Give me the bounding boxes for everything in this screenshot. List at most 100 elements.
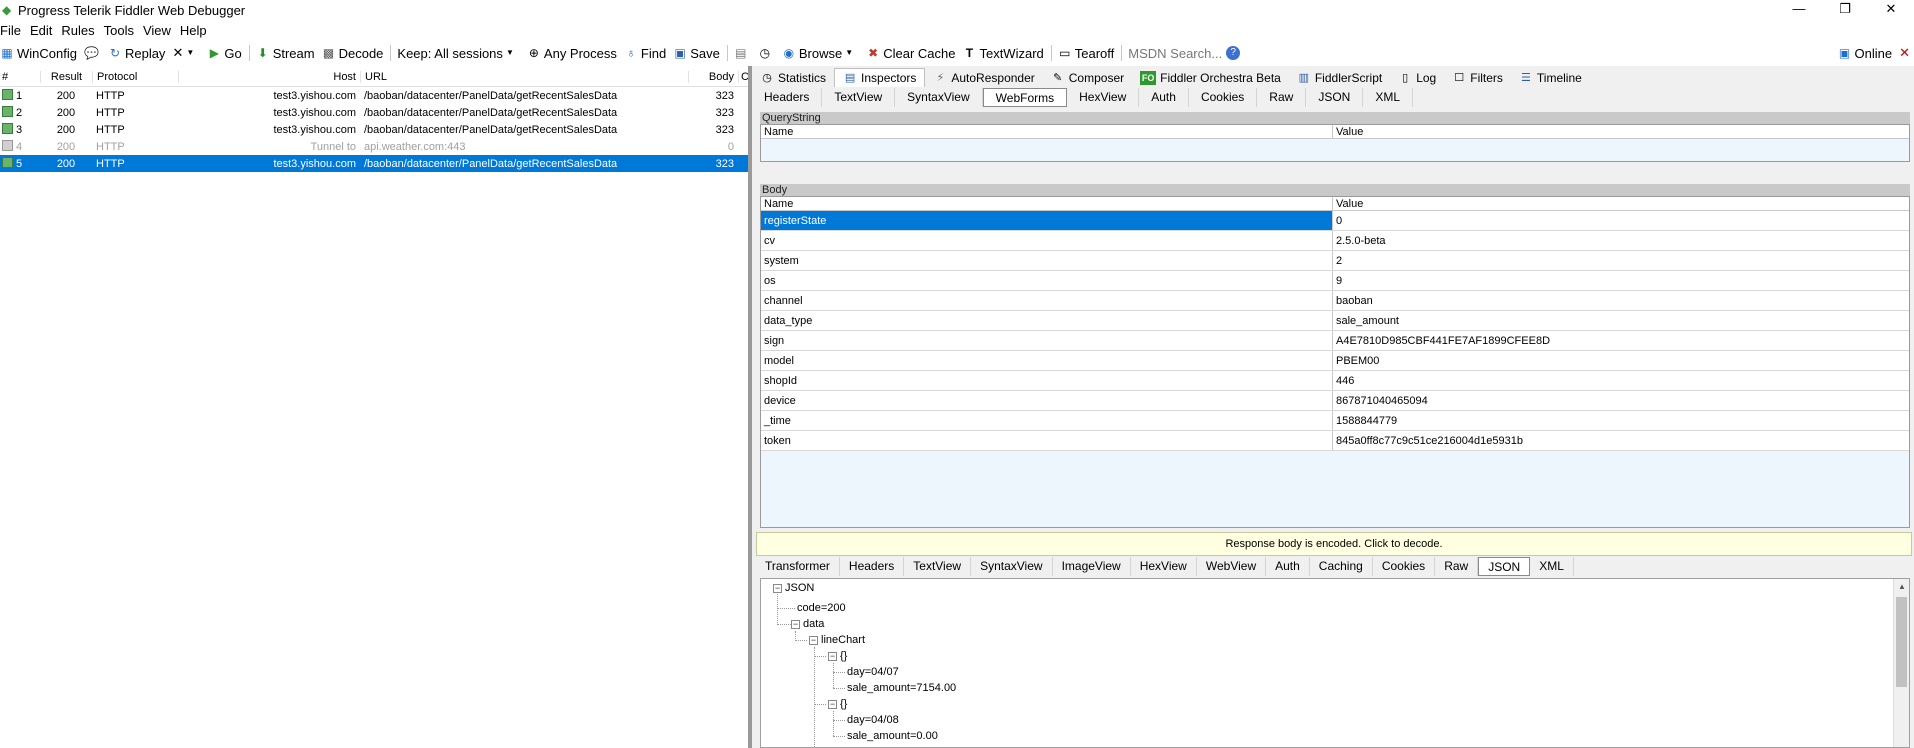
table-row[interactable]: data_type sale_amount xyxy=(761,311,1909,331)
column-protocol[interactable]: Protocol xyxy=(92,71,178,83)
tearoff-button[interactable]: ▭ Tearoff xyxy=(1058,46,1114,61)
resp-tab-cookies[interactable]: Cookies xyxy=(1373,557,1436,576)
session-row[interactable]: 4 200 HTTP Tunnel to api.weather.com:443… xyxy=(0,138,748,155)
tab-statistics[interactable]: ◷ Statistics xyxy=(752,68,834,87)
querystring-name-column[interactable]: Name xyxy=(761,125,1333,138)
resp-tab-headers[interactable]: Headers xyxy=(840,557,905,576)
tab-timeline[interactable]: ☰ Timeline xyxy=(1511,68,1590,87)
req-tab-hexview[interactable]: HexView xyxy=(1067,88,1140,107)
scroll-up-icon[interactable]: ▲ xyxy=(1894,579,1909,595)
session-row[interactable]: 3 200 HTTP test3.yishou.com /baoban/data… xyxy=(0,121,748,138)
stream-button[interactable]: ⬇ Stream xyxy=(256,46,315,61)
tree-node-code[interactable]: code=200 xyxy=(797,600,846,616)
table-row[interactable]: os 9 xyxy=(761,271,1909,291)
timer-button[interactable]: ◷ xyxy=(758,46,775,60)
req-tab-raw[interactable]: Raw xyxy=(1257,88,1307,107)
any-process-button[interactable]: ⊕ Any Process xyxy=(527,46,617,61)
remove-button[interactable]: ✕ ▼ xyxy=(172,45,200,61)
resp-tab-textview[interactable]: TextView xyxy=(904,557,972,576)
textwizard-button[interactable]: T TextWizard xyxy=(962,46,1044,61)
menu-edit[interactable]: Edit xyxy=(30,23,52,38)
tree-node-root[interactable]: − JSON xyxy=(773,580,814,596)
resp-tab-caching[interactable]: Caching xyxy=(1310,557,1373,576)
table-row[interactable]: shopId 446 xyxy=(761,371,1909,391)
collapse-icon[interactable]: − xyxy=(773,584,782,593)
tree-node-data[interactable]: − data xyxy=(791,616,824,632)
column-number[interactable]: # xyxy=(0,71,40,83)
table-row[interactable]: device 867871040465094 xyxy=(761,391,1909,411)
menu-rules[interactable]: Rules xyxy=(61,23,94,38)
keep-sessions-dropdown[interactable]: Keep: All sessions ▼ xyxy=(397,46,520,61)
resp-tab-webview[interactable]: WebView xyxy=(1197,557,1267,576)
restore-button[interactable]: ❐ xyxy=(1822,0,1868,20)
close-toolbar-button[interactable]: ✕ xyxy=(1899,45,1910,61)
req-tab-auth[interactable]: Auth xyxy=(1139,88,1189,107)
go-button[interactable]: ▶ Go xyxy=(207,46,242,61)
menu-file[interactable]: File xyxy=(0,23,21,38)
menu-tools[interactable]: Tools xyxy=(104,23,134,38)
clear-cache-button[interactable]: ✖ Clear Cache xyxy=(866,46,955,61)
close-button[interactable]: ✕ xyxy=(1868,0,1914,20)
find-button[interactable]: ♁ Find xyxy=(624,46,666,61)
resp-tab-hexview[interactable]: HexView xyxy=(1131,557,1197,576)
tab-autoresponder[interactable]: ⚡ AutoResponder xyxy=(925,68,1042,87)
tab-log[interactable]: ▯ Log xyxy=(1390,68,1444,87)
body-name-column[interactable]: Name xyxy=(761,197,1333,210)
help-button[interactable]: ? xyxy=(1226,46,1243,60)
resp-tab-transformer[interactable]: Transformer xyxy=(756,557,840,576)
tab-composer[interactable]: ✎ Composer xyxy=(1043,68,1132,87)
replay-button[interactable]: ↻ Replay xyxy=(108,46,166,61)
req-tab-xml[interactable]: XML xyxy=(1363,88,1414,107)
tree-node-day[interactable]: day=04/08 xyxy=(847,712,899,728)
msdn-search-input[interactable]: MSDN Search... xyxy=(1128,46,1222,61)
table-row[interactable]: model PBEM00 xyxy=(761,351,1909,371)
column-url[interactable]: URL xyxy=(360,71,688,83)
body-value-column[interactable]: Value xyxy=(1333,197,1909,210)
decode-button[interactable]: ▩ Decode xyxy=(322,46,383,61)
table-row[interactable]: sign A4E7810D985CBF441FE7AF1899CFEE8D xyxy=(761,331,1909,351)
tab-fiddlerscript[interactable]: ▥ FiddlerScript xyxy=(1289,68,1390,87)
table-row[interactable]: cv 2.5.0-beta xyxy=(761,231,1909,251)
tree-node-object[interactable]: −{} xyxy=(828,648,847,664)
req-tab-json[interactable]: JSON xyxy=(1306,88,1364,107)
tab-fiddler-orchestra[interactable]: FO Fiddler Orchestra Beta xyxy=(1132,68,1289,87)
minimize-button[interactable]: — xyxy=(1776,0,1822,20)
tree-node-day[interactable]: day=04/07 xyxy=(847,664,899,680)
req-tab-cookies[interactable]: Cookies xyxy=(1189,88,1258,107)
table-row[interactable]: registerState 0 xyxy=(761,211,1909,231)
tree-node-object[interactable]: −{} xyxy=(828,744,847,747)
resp-tab-auth[interactable]: Auth xyxy=(1266,557,1310,576)
collapse-icon[interactable]: − xyxy=(791,620,800,629)
querystring-value-column[interactable]: Value xyxy=(1333,125,1909,138)
menu-help[interactable]: Help xyxy=(180,23,207,38)
save-button[interactable]: ▣ Save xyxy=(673,46,720,61)
menu-view[interactable]: View xyxy=(143,23,171,38)
collapse-icon[interactable]: − xyxy=(809,636,818,645)
req-tab-syntaxview[interactable]: SyntaxView xyxy=(895,88,983,107)
tree-node-sale-amount[interactable]: sale_amount=0.00 xyxy=(847,728,938,744)
tree-node-object[interactable]: −{} xyxy=(828,696,847,712)
collapse-icon[interactable]: − xyxy=(828,700,837,709)
resp-tab-imageview[interactable]: ImageView xyxy=(1053,557,1131,576)
collapse-icon[interactable]: − xyxy=(828,652,837,661)
resp-tab-json[interactable]: JSON xyxy=(1478,557,1531,576)
resp-tab-xml[interactable]: XML xyxy=(1530,557,1574,576)
tree-node-sale-amount[interactable]: sale_amount=7154.00 xyxy=(847,680,956,696)
session-row[interactable]: 1 200 HTTP test3.yishou.com /baoban/data… xyxy=(0,87,748,104)
table-row[interactable]: channel baoban xyxy=(761,291,1909,311)
column-caching[interactable]: Ca xyxy=(738,71,748,83)
resp-tab-raw[interactable]: Raw xyxy=(1435,557,1479,576)
session-row[interactable]: 2 200 HTTP test3.yishou.com /baoban/data… xyxy=(0,104,748,121)
comment-button[interactable]: 💬 xyxy=(84,46,101,60)
session-row-selected[interactable]: 5 200 HTTP test3.yishou.com /baoban/data… xyxy=(0,155,748,172)
table-row[interactable]: system 2 xyxy=(761,251,1909,271)
column-host[interactable]: Host xyxy=(178,71,360,83)
scroll-thumb[interactable] xyxy=(1896,597,1907,687)
tab-filters[interactable]: ☐ Filters xyxy=(1444,68,1511,87)
column-body[interactable]: Body xyxy=(688,71,738,83)
table-row[interactable]: _time 1588844779 xyxy=(761,411,1909,431)
tree-node-linechart[interactable]: − lineChart xyxy=(809,632,865,648)
req-tab-headers[interactable]: Headers xyxy=(752,88,823,107)
winconfig-button[interactable]: ▦ WinConfig xyxy=(0,46,77,61)
table-row[interactable]: token 845a0ff8c77c9c51ce216004d1e5931b xyxy=(761,431,1909,451)
